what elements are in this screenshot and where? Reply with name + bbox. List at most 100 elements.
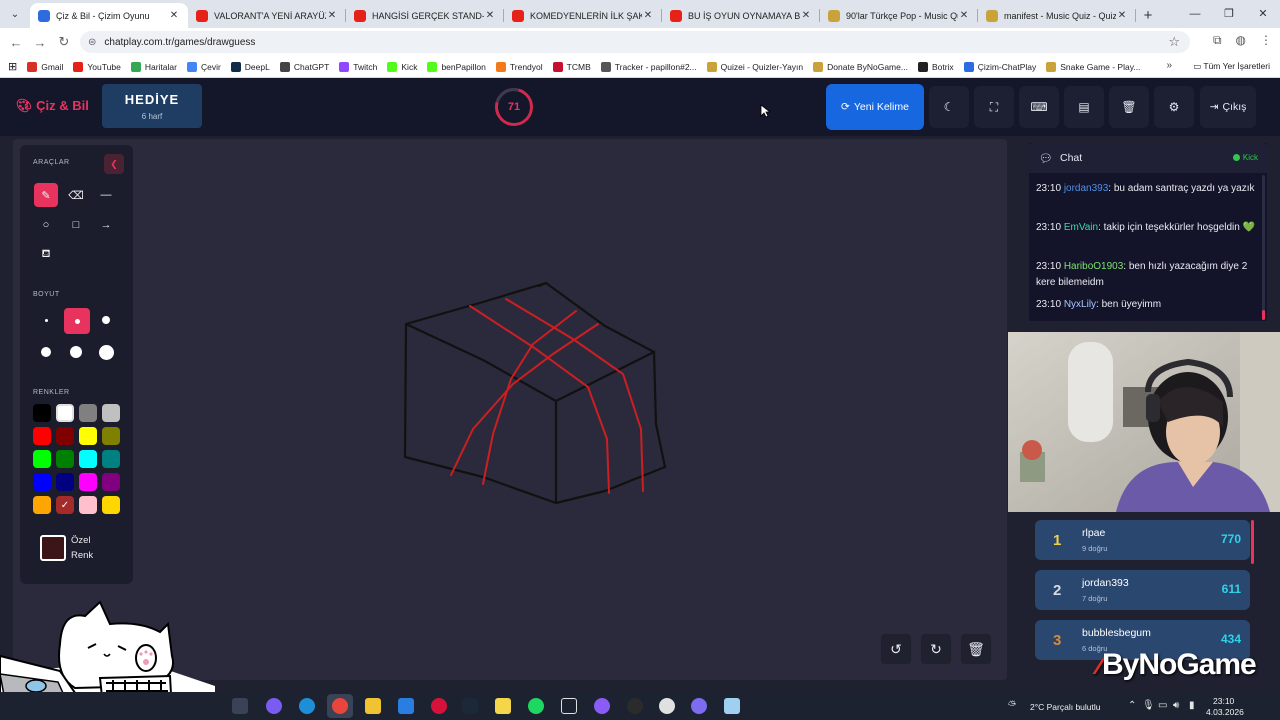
keyboard-button[interactable]: ⌨: [1019, 86, 1059, 128]
url-input[interactable]: ⊜ chatplay.com.tr/games/drawguess ☆: [80, 31, 1190, 53]
browser-tab[interactable]: 90'lar Türkçe Pop - Music Quiz ✕: [820, 3, 978, 28]
app-icon[interactable]: [561, 698, 577, 714]
message-username[interactable]: EmVain: [1064, 222, 1098, 233]
bookmark-item[interactable]: Twitch: [339, 61, 377, 72]
size-3-button[interactable]: [94, 308, 118, 332]
obs-like-icon[interactable]: [594, 698, 610, 714]
task-view-icon[interactable]: [232, 698, 248, 714]
close-tab-icon[interactable]: ✕: [484, 10, 496, 21]
forward-icon[interactable]: →: [28, 35, 52, 50]
color-swatch[interactable]: [102, 427, 120, 445]
bookmark-item[interactable]: Haritalar: [130, 61, 177, 72]
color-swatch[interactable]: [102, 450, 120, 468]
bookmark-item[interactable]: Donate ByNoGame...: [813, 61, 908, 72]
size-5-button[interactable]: [64, 340, 88, 364]
file-explorer-icon[interactable]: [365, 698, 381, 714]
browser-tab[interactable]: VALORANT'A YENİ ARAYÜZ VE✕: [188, 3, 346, 28]
bookmark-item[interactable]: DeepL: [230, 61, 270, 72]
message-username[interactable]: jordan393: [1064, 183, 1108, 194]
color-swatch[interactable]: [33, 496, 51, 514]
tray-chevron-icon[interactable]: ⌃: [1128, 700, 1136, 711]
volume-icon[interactable]: 🔊︎: [1173, 700, 1179, 711]
profile-icon[interactable]: ◍: [1236, 33, 1246, 48]
color-swatch[interactable]: [102, 496, 120, 514]
size-6-button[interactable]: [94, 340, 118, 364]
bookmark-item[interactable]: Botrix: [917, 61, 954, 72]
chrome-icon[interactable]: [332, 698, 348, 714]
color-swatch[interactable]: [56, 473, 74, 491]
opera-icon[interactable]: [431, 698, 447, 714]
settings-button[interactable]: ⚙: [1154, 86, 1194, 128]
pen-tool[interactable]: ✎: [34, 183, 58, 207]
size-1-button[interactable]: [34, 308, 58, 332]
bookmark-item[interactable]: YouTube: [73, 61, 121, 72]
color-swatch[interactable]: [33, 450, 51, 468]
spotify-icon[interactable]: [528, 698, 544, 714]
browser-tab[interactable]: Çiz & Bil - Çizim Oyunu ✕: [30, 3, 188, 28]
extensions-icon[interactable]: ⧉: [1213, 33, 1222, 48]
color-swatch[interactable]: [79, 450, 97, 468]
restore-icon[interactable]: ❐: [1212, 0, 1246, 28]
color-swatch[interactable]: [79, 473, 97, 491]
discord-icon[interactable]: [691, 698, 707, 714]
fullscreen-button[interactable]: ⛶: [974, 86, 1014, 128]
size-2-button[interactable]: [64, 308, 90, 334]
more-bookmarks-icon[interactable]: »: [1166, 60, 1172, 71]
new-tab-button[interactable]: +: [1136, 7, 1160, 24]
bookmark-star-icon[interactable]: ☆: [1168, 34, 1180, 50]
delete-button[interactable]: 🗑︎: [1109, 86, 1149, 128]
archive-button[interactable]: ▤: [1064, 86, 1104, 128]
close-tab-icon[interactable]: ✕: [958, 10, 970, 21]
bookmark-item[interactable]: Snake Game - Play...: [1046, 61, 1140, 72]
close-tab-icon[interactable]: ✕: [168, 10, 180, 21]
circle-tool[interactable]: ○: [34, 213, 58, 237]
close-tab-icon[interactable]: ✕: [642, 10, 654, 21]
close-tab-icon[interactable]: ✕: [800, 10, 812, 21]
bookmark-item[interactable]: TCMB: [552, 61, 591, 72]
bookmark-item[interactable]: Çevir: [186, 61, 221, 72]
clear-canvas-button[interactable]: 🗑︎: [961, 634, 991, 664]
color-swatch[interactable]: [56, 450, 74, 468]
custom-color-label[interactable]: Özel Renk: [71, 533, 93, 563]
apps-icon[interactable]: ⊞: [8, 60, 17, 73]
chatgpt-icon[interactable]: [659, 698, 675, 714]
menu-icon[interactable]: ⋮: [1260, 33, 1272, 48]
eraser-tool[interactable]: ⌫: [64, 183, 88, 207]
browser-tab[interactable]: KOMEDYENLERİN İLK ŞAKALAR✕: [504, 3, 662, 28]
battery-icon[interactable]: ▮: [1189, 700, 1195, 711]
color-swatch[interactable]: [33, 473, 51, 491]
close-tab-icon[interactable]: ✕: [1116, 10, 1128, 21]
color-swatch[interactable]: [79, 404, 97, 422]
collapse-panel-button[interactable]: ❮: [104, 154, 124, 174]
close-window-icon[interactable]: ✕: [1246, 0, 1280, 28]
new-word-button[interactable]: ⟳ Yeni Kelime: [826, 84, 924, 130]
color-swatch[interactable]: [56, 404, 74, 422]
size-4-button[interactable]: [34, 340, 58, 364]
recorder-icon[interactable]: [627, 698, 643, 714]
color-swatch[interactable]: [56, 427, 74, 445]
color-swatch[interactable]: ✓: [56, 496, 74, 514]
bookmark-item[interactable]: Tracker - papillon#2...: [600, 61, 697, 72]
line-tool[interactable]: —: [94, 183, 118, 207]
mail-icon[interactable]: [398, 698, 414, 714]
message-username[interactable]: HariboO1903: [1064, 261, 1123, 272]
fill-tool[interactable]: ⛾: [34, 243, 58, 267]
weather-text[interactable]: 2°C Parçalı bulutlu: [1030, 702, 1101, 712]
minimize-icon[interactable]: —: [1178, 0, 1212, 28]
color-swatch[interactable]: [79, 427, 97, 445]
color-swatch[interactable]: [102, 473, 120, 491]
rectangle-tool[interactable]: □: [64, 213, 88, 237]
browser-tab[interactable]: manifest - Music Quiz - Quizei ✕: [978, 3, 1136, 28]
redo-button[interactable]: ↻: [921, 634, 951, 664]
browser-tab[interactable]: BU İŞ OYUN OYNAMAYA BENZ✕: [662, 3, 820, 28]
bookmark-item[interactable]: ChatGPT: [279, 61, 329, 72]
custom-color-swatch[interactable]: [40, 535, 66, 561]
steam-icon[interactable]: [462, 698, 478, 714]
color-swatch[interactable]: [33, 404, 51, 422]
app-2-icon[interactable]: [724, 698, 740, 714]
message-username[interactable]: NyxLily: [1064, 299, 1096, 310]
leaderboard-scrollbar[interactable]: [1251, 520, 1254, 564]
app-logo[interactable]: 🎨︎ Çiz & Bil: [16, 98, 89, 114]
dark-mode-button[interactable]: ☾: [929, 86, 969, 128]
clock-date[interactable]: 4.03.2026: [1206, 707, 1244, 717]
